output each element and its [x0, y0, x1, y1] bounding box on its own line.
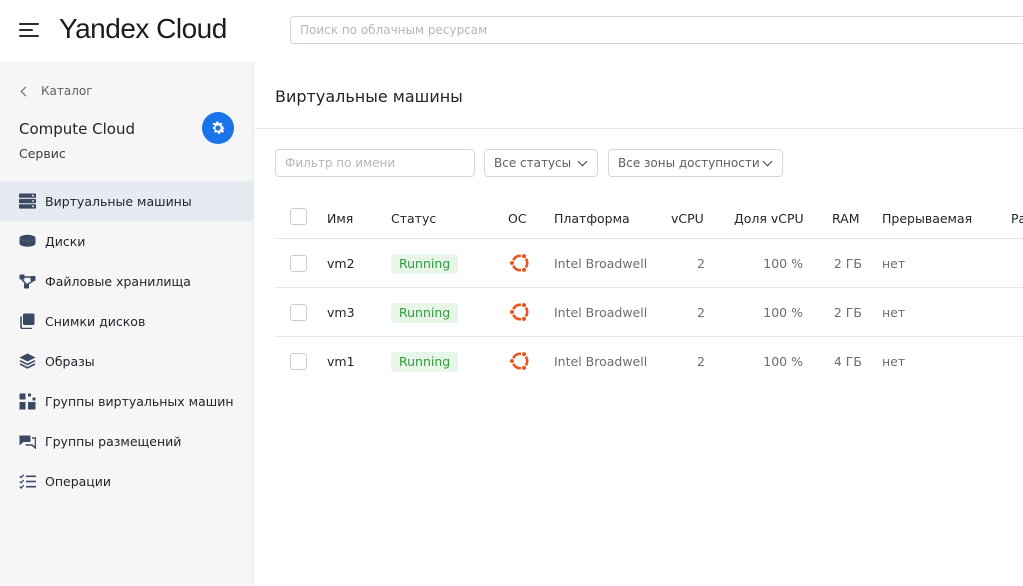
- sidebar-item-label: Диски: [45, 233, 86, 249]
- platform-cell: Intel Broadwell: [554, 256, 648, 271]
- row-checkbox[interactable]: [290, 255, 307, 272]
- divider: [275, 287, 1023, 288]
- chevron-down-icon: [762, 156, 773, 167]
- preemptible-cell: нет: [882, 354, 906, 369]
- sidebar-item-operations[interactable]: Операции: [0, 461, 254, 501]
- menu-icon[interactable]: [19, 22, 39, 38]
- top-header: Yandex Cloud: [0, 0, 1023, 62]
- platform-cell: Intel Broadwell: [554, 305, 648, 320]
- service-settings-button[interactable]: [202, 112, 234, 144]
- sidebar-nav: Виртуальные машины Диски Файловые хранил…: [0, 181, 254, 501]
- sidebar-item-label: Снимки дисков: [45, 313, 146, 329]
- vm-name[interactable]: vm3: [327, 305, 355, 320]
- gear-icon: [212, 121, 226, 134]
- sidebar-item-virtual-machines[interactable]: Виртуальные машины: [0, 181, 254, 221]
- platform-cell: Intel Broadwell: [554, 354, 648, 369]
- chevron-down-icon: [577, 156, 588, 167]
- preemptible-cell: нет: [882, 305, 906, 320]
- file-storage-icon: [18, 272, 36, 290]
- sidebar-item-disks[interactable]: Диски: [0, 221, 254, 261]
- search-input[interactable]: [290, 16, 1023, 44]
- operations-icon: [18, 472, 36, 490]
- back-label: Каталог: [41, 84, 93, 98]
- vcpu-share-cell: 100 %: [763, 305, 803, 320]
- column-header-extra[interactable]: Ра: [1011, 211, 1023, 226]
- status-badge: Running: [391, 303, 459, 323]
- vcpu-share-cell: 100 %: [763, 256, 803, 271]
- back-to-catalog-link[interactable]: Каталог: [19, 84, 93, 98]
- logo[interactable]: Yandex Cloud: [59, 13, 227, 45]
- vcpu-cell: 2: [697, 305, 705, 320]
- sidebar-item-label: Группы виртуальных машин: [45, 393, 234, 409]
- sidebar-item-instance-groups[interactable]: Группы виртуальных машин: [0, 381, 254, 421]
- main-content: Виртуальные машины Все статусы Все зоны …: [255, 62, 1023, 586]
- service-subtitle: Сервис: [19, 146, 66, 161]
- zone-filter-value: Все зоны доступности: [618, 156, 760, 170]
- row-checkbox[interactable]: [290, 353, 307, 370]
- sidebar-item-label: Файловые хранилища: [45, 273, 191, 289]
- sidebar-item-label: Образы: [45, 353, 95, 369]
- chevron-left-icon: [20, 86, 31, 96]
- sidebar-item-label: Операции: [45, 473, 112, 489]
- sidebar-item-disk-snapshots[interactable]: Снимки дисков: [0, 301, 254, 341]
- row-checkbox[interactable]: [290, 304, 307, 321]
- column-header-ram[interactable]: RAM: [832, 211, 860, 226]
- disk-icon: [18, 232, 36, 250]
- column-header-preemptible[interactable]: Прерываемая: [882, 211, 972, 226]
- divider: [275, 336, 1023, 337]
- status-filter-select[interactable]: Все статусы: [484, 149, 598, 177]
- zone-filter-select[interactable]: Все зоны доступности: [608, 149, 783, 177]
- ubuntu-icon: [508, 252, 529, 274]
- column-header-vcpu[interactable]: vCPU: [671, 211, 704, 226]
- ubuntu-icon: [508, 301, 529, 323]
- vcpu-cell: 2: [697, 354, 705, 369]
- status-filter-value: Все статусы: [494, 156, 572, 170]
- column-header-name[interactable]: Имя: [327, 211, 353, 226]
- image-layers-icon: [18, 352, 36, 370]
- service-title: Compute Cloud: [19, 120, 136, 138]
- vm-name[interactable]: vm1: [327, 354, 355, 369]
- page-title: Виртуальные машины: [275, 87, 463, 106]
- preemptible-cell: нет: [882, 256, 906, 271]
- ram-cell: 2 ГБ: [833, 305, 862, 320]
- instance-group-icon: [18, 392, 36, 410]
- placement-group-icon: [18, 432, 36, 450]
- ram-cell: 4 ГБ: [833, 354, 862, 369]
- sidebar-item-file-storage[interactable]: Файловые хранилища: [0, 261, 254, 301]
- ram-cell: 2 ГБ: [833, 256, 862, 271]
- column-header-platform[interactable]: Платформа: [554, 211, 630, 226]
- divider: [275, 238, 1023, 239]
- status-badge: Running: [391, 254, 459, 274]
- ubuntu-icon: [508, 350, 529, 372]
- sidebar-item-images[interactable]: Образы: [0, 341, 254, 381]
- column-header-os[interactable]: ОС: [508, 211, 527, 226]
- divider: [255, 128, 1023, 129]
- select-all-checkbox[interactable]: [290, 208, 307, 225]
- vcpu-share-cell: 100 %: [763, 354, 803, 369]
- server-icon: [18, 192, 36, 210]
- vcpu-cell: 2: [697, 256, 705, 271]
- vm-name[interactable]: vm2: [327, 256, 355, 271]
- column-header-status[interactable]: Статус: [391, 211, 436, 226]
- sidebar: Каталог Compute Cloud Сервис Виртуальные…: [0, 62, 254, 586]
- status-badge: Running: [391, 352, 459, 372]
- snapshot-icon: [18, 312, 36, 330]
- name-filter-input[interactable]: [275, 149, 475, 177]
- sidebar-item-label: Группы размещений: [45, 433, 182, 449]
- sidebar-item-label: Виртуальные машины: [45, 193, 192, 209]
- column-header-vcpu-share[interactable]: Доля vCPU: [734, 211, 804, 226]
- sidebar-item-placement-groups[interactable]: Группы размещений: [0, 421, 254, 461]
